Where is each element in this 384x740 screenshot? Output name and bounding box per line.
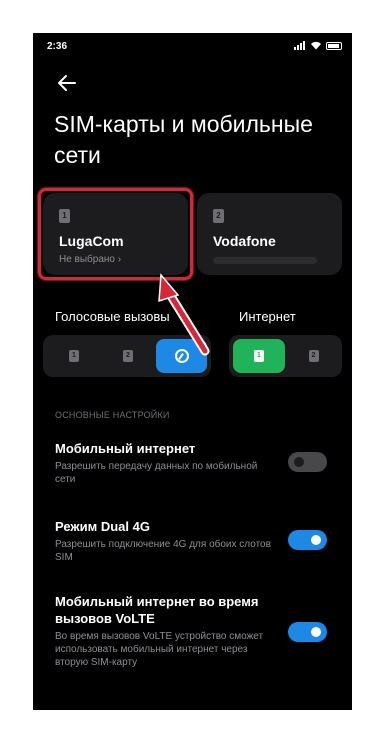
wifi-icon <box>311 41 321 50</box>
voice-calls-label: Голосовые вызовы <box>55 309 170 324</box>
battery-icon <box>326 41 342 50</box>
voice-sim-selector: 1 2 <box>43 335 211 377</box>
volte-data-toggle[interactable] <box>288 622 327 642</box>
sim-slot-2-icon: 2 <box>308 350 319 362</box>
setting-description: Разрешить передачу данных по мобильной с… <box>55 461 258 485</box>
sim-name: Vodafone <box>213 233 276 249</box>
settings-group-header: ОСНОВНЫЕ НАСТРОЙКИ <box>55 410 170 420</box>
status-icons <box>294 41 342 50</box>
status-bar: 2:36 <box>33 33 352 59</box>
annotation-highlight-box <box>38 188 193 280</box>
compass-icon <box>174 349 189 363</box>
sim-slot-1-icon: 1 <box>254 350 264 362</box>
setting-description: Разрешить подключение 4G для обоих слото… <box>55 539 271 563</box>
setting-volte-data[interactable]: Мобильный интернет во время вызовов VoLT… <box>33 591 352 681</box>
blurred-number <box>213 257 317 264</box>
sim-card-2[interactable]: 2 Vodafone <box>197 193 342 275</box>
sim-slot-2-icon: 2 <box>123 350 133 362</box>
dual-4g-toggle[interactable] <box>288 530 327 550</box>
setting-description: Во время вызовов VoLTE устройство сможет… <box>55 631 264 668</box>
phone-screen: 2:36 SIM-карты и мобильные сети 1 LugaCo… <box>33 33 352 710</box>
internet-sim-selector: 1 2 <box>229 335 342 377</box>
setting-title: Мобильный интернет во время вызовов VoLT… <box>55 594 259 626</box>
internet-option-sim1[interactable]: 1 <box>233 339 285 373</box>
setting-mobile-data[interactable]: Мобильный интернет Разрешить передачу да… <box>33 437 352 493</box>
sim-slot-2-icon: 2 <box>213 209 224 223</box>
voice-option-ask[interactable] <box>156 339 207 373</box>
voice-option-sim1[interactable]: 1 <box>49 339 99 373</box>
page-title: SIM-карты и мобильные сети <box>54 111 313 168</box>
arrow-left-icon <box>58 75 76 91</box>
mobile-data-toggle[interactable] <box>288 452 327 472</box>
signal-icon <box>294 41 306 50</box>
status-time: 2:36 <box>47 41 68 52</box>
setting-title: Мобильный интернет <box>55 441 196 456</box>
back-button[interactable] <box>53 71 81 95</box>
setting-title: Режим Dual 4G <box>55 519 150 534</box>
sim-slot-1-icon: 1 <box>69 350 79 362</box>
internet-label: Интернет <box>239 309 296 324</box>
voice-option-sim2[interactable]: 2 <box>103 339 153 373</box>
internet-option-sim2[interactable]: 2 <box>289 339 338 373</box>
setting-dual-4g[interactable]: Режим Dual 4G Разрешить подключение 4G д… <box>33 515 352 571</box>
